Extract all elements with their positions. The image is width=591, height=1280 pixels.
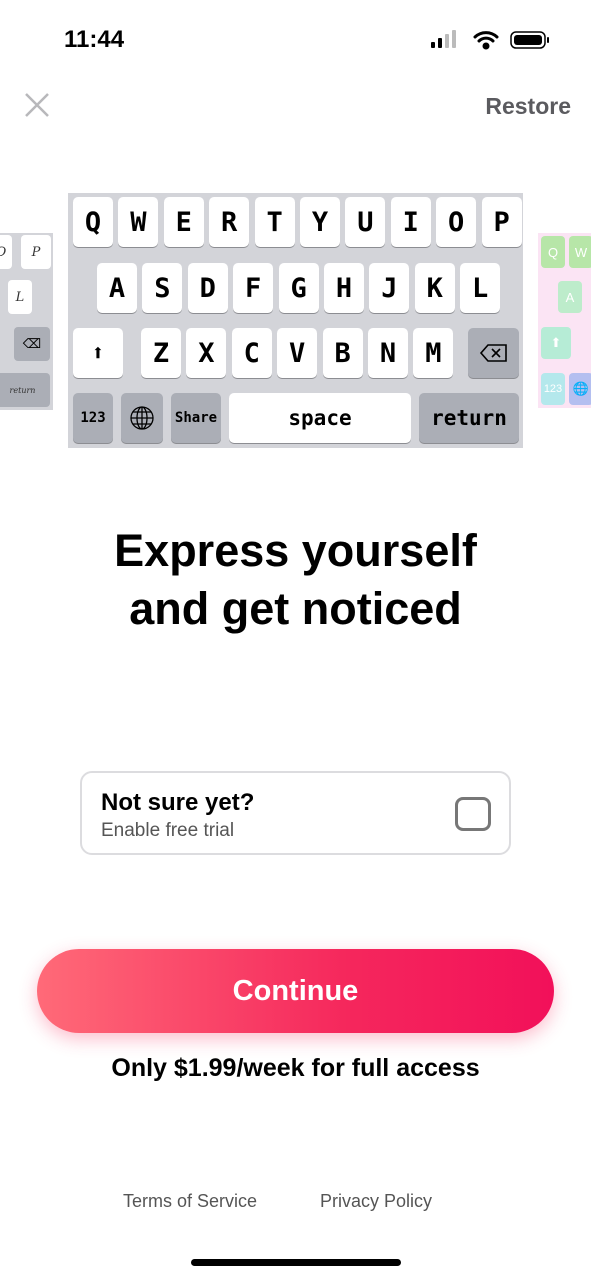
key-y[interactable]: Y bbox=[300, 197, 340, 247]
key-p[interactable]: P bbox=[481, 197, 522, 247]
key-i[interactable]: I bbox=[390, 197, 431, 247]
preview-delete-key: ⌫ bbox=[14, 327, 50, 361]
key-o[interactable]: O bbox=[436, 197, 477, 247]
trial-subtitle: Enable free trial bbox=[101, 820, 235, 841]
key-c[interactable]: C bbox=[231, 328, 272, 378]
key-a[interactable]: A bbox=[97, 263, 137, 313]
preview-globe-key: 🌐 bbox=[569, 373, 591, 405]
delete-icon bbox=[479, 344, 507, 362]
status-time: 11:44 bbox=[64, 26, 125, 53]
key-r[interactable]: R bbox=[209, 197, 250, 247]
key-n[interactable]: N bbox=[368, 328, 408, 378]
keyboard-preview-left[interactable]: O P L ⌫ return bbox=[0, 233, 53, 410]
preview-key: L bbox=[8, 280, 32, 314]
headline: Express yourself and get noticed bbox=[0, 522, 591, 638]
key-x[interactable]: X bbox=[186, 328, 227, 378]
numbers-key[interactable]: 123 bbox=[73, 393, 113, 443]
terms-link[interactable]: Terms of Service bbox=[123, 1191, 257, 1212]
price-text: Only $1.99/week for full access bbox=[111, 1054, 480, 1082]
key-k[interactable]: K bbox=[414, 263, 455, 313]
trial-title: Not sure yet? bbox=[101, 789, 255, 816]
key-h[interactable]: H bbox=[324, 263, 364, 313]
key-v[interactable]: V bbox=[277, 328, 318, 378]
preview-key: W bbox=[569, 236, 591, 268]
preview-shift-key: ⬆ bbox=[541, 327, 571, 359]
trial-checkbox[interactable] bbox=[455, 797, 491, 831]
shift-key[interactable]: ⬆ bbox=[73, 328, 123, 378]
globe-icon bbox=[130, 406, 154, 430]
space-key[interactable]: space bbox=[229, 393, 411, 443]
shift-icon: ⬆ bbox=[91, 340, 105, 366]
globe-key[interactable] bbox=[121, 393, 163, 443]
share-key[interactable]: Share bbox=[171, 393, 221, 443]
headline-line-2: and get noticed bbox=[129, 583, 462, 634]
key-t[interactable]: T bbox=[254, 197, 295, 247]
key-b[interactable]: B bbox=[322, 328, 363, 378]
key-j[interactable]: J bbox=[369, 263, 410, 313]
return-key[interactable]: return bbox=[419, 393, 519, 443]
signal-icon bbox=[431, 30, 456, 48]
free-trial-toggle[interactable]: Not sure yet? Enable free trial bbox=[80, 771, 511, 855]
keyboard-preview-main[interactable]: Q W E R T Y U I O P A S D F G H J K L ⬆ Z X C V B N M 123 Share space… bbox=[68, 193, 523, 448]
wifi-icon bbox=[473, 31, 499, 50]
key-l[interactable]: L bbox=[460, 263, 501, 313]
key-u[interactable]: U bbox=[345, 197, 386, 247]
preview-return-key: return bbox=[0, 373, 50, 407]
restore-button[interactable]: Restore bbox=[485, 93, 571, 120]
preview-key: P bbox=[21, 235, 51, 269]
preview-key: 123 bbox=[541, 373, 565, 405]
headline-line-1: Express yourself bbox=[114, 525, 477, 576]
key-q[interactable]: Q bbox=[73, 197, 113, 247]
preview-key: O bbox=[0, 235, 12, 269]
continue-button[interactable]: Continue bbox=[37, 949, 554, 1033]
key-m[interactable]: M bbox=[413, 328, 454, 378]
delete-key[interactable] bbox=[468, 328, 519, 378]
key-d[interactable]: D bbox=[187, 263, 228, 313]
key-g[interactable]: G bbox=[278, 263, 319, 313]
key-f[interactable]: F bbox=[233, 263, 274, 313]
key-e[interactable]: E bbox=[163, 197, 204, 247]
key-z[interactable]: Z bbox=[141, 328, 181, 378]
battery-icon bbox=[510, 31, 549, 49]
home-indicator bbox=[191, 1259, 401, 1266]
status-icons bbox=[431, 30, 549, 50]
preview-key: A bbox=[558, 281, 582, 313]
close-icon[interactable] bbox=[22, 90, 52, 120]
preview-key: Q bbox=[541, 236, 565, 268]
key-s[interactable]: S bbox=[142, 263, 183, 313]
privacy-link[interactable]: Privacy Policy bbox=[320, 1191, 432, 1212]
key-w[interactable]: W bbox=[118, 197, 159, 247]
keyboard-preview-right[interactable]: Q W A ⬆ 123 🌐 bbox=[538, 233, 591, 408]
